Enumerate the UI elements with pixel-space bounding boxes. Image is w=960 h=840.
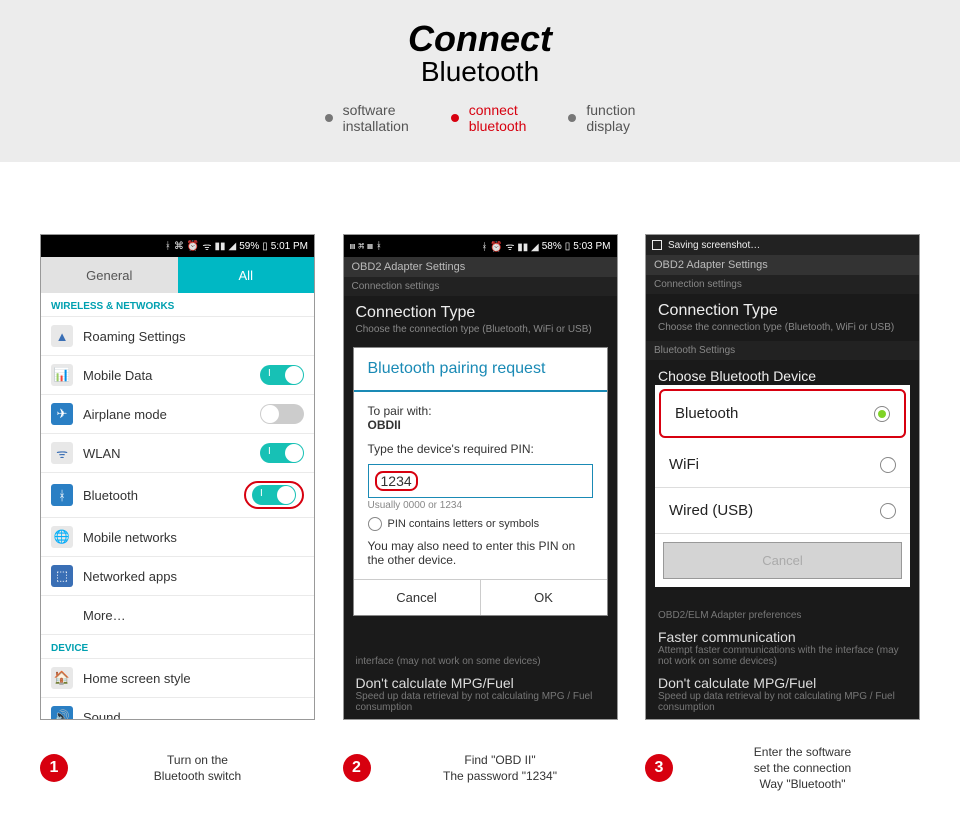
clock-text: 5:01 PM (271, 241, 308, 252)
globe-icon: 🌐 (51, 526, 73, 548)
wifi-icon: ᯤ (202, 239, 211, 253)
triangle-icon: ▲ (51, 325, 73, 347)
option-wired[interactable]: Wired (USB) (655, 488, 910, 534)
radio-icon (880, 503, 896, 519)
apps-icon: ⬚ (51, 565, 73, 587)
pairing-dialog: Bluetooth pairing request To pair with: … (353, 347, 608, 616)
toggle-off[interactable] (260, 404, 304, 424)
caption-text: Turn on theBluetooth switch (80, 752, 315, 784)
connection-dialog: Bluetooth WiFi Wired (USB) Cancel (655, 385, 910, 587)
chart-icon: 📊 (51, 364, 73, 386)
radio-icon (368, 517, 382, 531)
bluetooth-icon: ᚼ (165, 241, 171, 252)
tab-software[interactable]: softwareinstallation (325, 102, 409, 134)
toggle-on[interactable] (252, 485, 296, 505)
row-bluetooth[interactable]: ᚼBluetooth (41, 473, 314, 518)
caption-3: 3 Enter the softwareset the connectionWay… (645, 744, 920, 792)
signal-icon: ▮▮ (215, 241, 226, 252)
alarm-icon: ⏰ (187, 241, 199, 252)
caption-1: 1 Turn on theBluetooth switch (40, 744, 315, 792)
row-airplane[interactable]: ✈Airplane mode (41, 395, 314, 434)
caption-text: Enter the softwareset the connectionWay … (685, 744, 920, 792)
radio-selected-icon (874, 406, 890, 422)
tab-general[interactable]: General (41, 257, 178, 293)
row-roaming[interactable]: ▲Roaming Settings (41, 317, 314, 356)
pin-letters-checkbox[interactable]: PIN contains letters or symbols (368, 517, 593, 531)
square-icon (652, 240, 662, 250)
tab-bluetooth[interactable]: connectbluetooth (451, 102, 527, 134)
section-device: DEVICE (41, 635, 314, 659)
step-badge: 3 (645, 754, 673, 782)
battery-text: 59% (239, 241, 259, 252)
signal-icon: ◢ (229, 241, 237, 252)
row-sound[interactable]: 🔊Sound (41, 698, 314, 720)
device-name: OBDII (368, 418, 593, 432)
row-wlan[interactable]: ᯤWLAN (41, 434, 314, 473)
option-wifi[interactable]: WiFi (655, 442, 910, 488)
nav-tabs: softwareinstallation connectbluetooth fu… (0, 102, 960, 134)
toggle-on[interactable] (260, 365, 304, 385)
highlight: 1234 (375, 471, 418, 491)
subtitle: Bluetooth (0, 56, 960, 88)
ok-button[interactable]: OK (481, 580, 607, 615)
section-label: Connection settings (344, 277, 617, 296)
screenshot-1: ᚼ⌘⏰ᯤ▮▮◢ 59%▯ 5:01 PM General All WIRELES… (40, 234, 315, 720)
row-networked-apps[interactable]: ⬚Networked apps (41, 557, 314, 596)
screenshot-3: Saving screenshot… OBD2 Adapter Settings… (645, 234, 920, 720)
dot-icon (568, 114, 576, 122)
step-badge: 2 (343, 754, 371, 782)
highlight (244, 481, 304, 509)
bluetooth-icon: ᚼ (51, 484, 73, 506)
screenshot-2: ▤ ⌘ ▦ ᚼ ᚼ ⏰ ᯤ ▮▮ ◢ 58%▯ 5:03 PM OBD2 Ada… (343, 234, 618, 720)
tab-function[interactable]: functiondisplay (568, 102, 635, 134)
pin-input[interactable]: 1234 (368, 464, 593, 498)
row-more[interactable]: More… (41, 596, 314, 635)
settings-tabs: General All (41, 257, 314, 293)
saving-bar: Saving screenshot… (646, 235, 919, 255)
row-home-style[interactable]: 🏠Home screen style (41, 659, 314, 698)
cancel-button[interactable]: Cancel (663, 542, 902, 579)
airplane-icon: ✈ (51, 403, 73, 425)
menu-icon: ▤ ⌘ ▦ ᚼ (350, 241, 382, 252)
status-bar: ▤ ⌘ ▦ ᚼ ᚼ ⏰ ᯤ ▮▮ ◢ 58%▯ 5:03 PM (344, 235, 617, 257)
option-bluetooth[interactable]: Bluetooth (659, 389, 906, 438)
header: Connect Bluetooth softwareinstallation c… (0, 0, 960, 162)
home-icon: 🏠 (51, 667, 73, 689)
row-mobile-data[interactable]: 📊Mobile Data (41, 356, 314, 395)
connection-type[interactable]: Connection Type (344, 296, 617, 324)
row-mobile-networks[interactable]: 🌐Mobile networks (41, 518, 314, 557)
toggle-on[interactable] (260, 443, 304, 463)
screen-title: OBD2 Adapter Settings (344, 257, 617, 277)
caption-2: 2 Find "OBD II"The password "1234" (343, 744, 618, 792)
caption-text: Find "OBD II"The password "1234" (383, 752, 618, 784)
dot-icon (451, 114, 459, 122)
screen-title: OBD2 Adapter Settings (646, 255, 919, 275)
dot-icon (325, 114, 333, 122)
title: Connect (0, 18, 960, 60)
radio-icon (880, 457, 896, 473)
status-bar: ᚼ⌘⏰ᯤ ▮▮◢ 59%▯ 5:01 PM (41, 235, 314, 257)
step-badge: 1 (40, 754, 68, 782)
link-icon: ⌘ (174, 241, 184, 252)
dialog-title: Bluetooth pairing request (354, 348, 607, 392)
wifi-icon: ᯤ (51, 442, 73, 464)
section-wireless: WIRELESS & NETWORKS (41, 293, 314, 317)
battery-icon: ▯ (262, 241, 268, 252)
cancel-button[interactable]: Cancel (354, 580, 481, 615)
tab-all[interactable]: All (178, 257, 315, 293)
sound-icon: 🔊 (51, 706, 73, 720)
